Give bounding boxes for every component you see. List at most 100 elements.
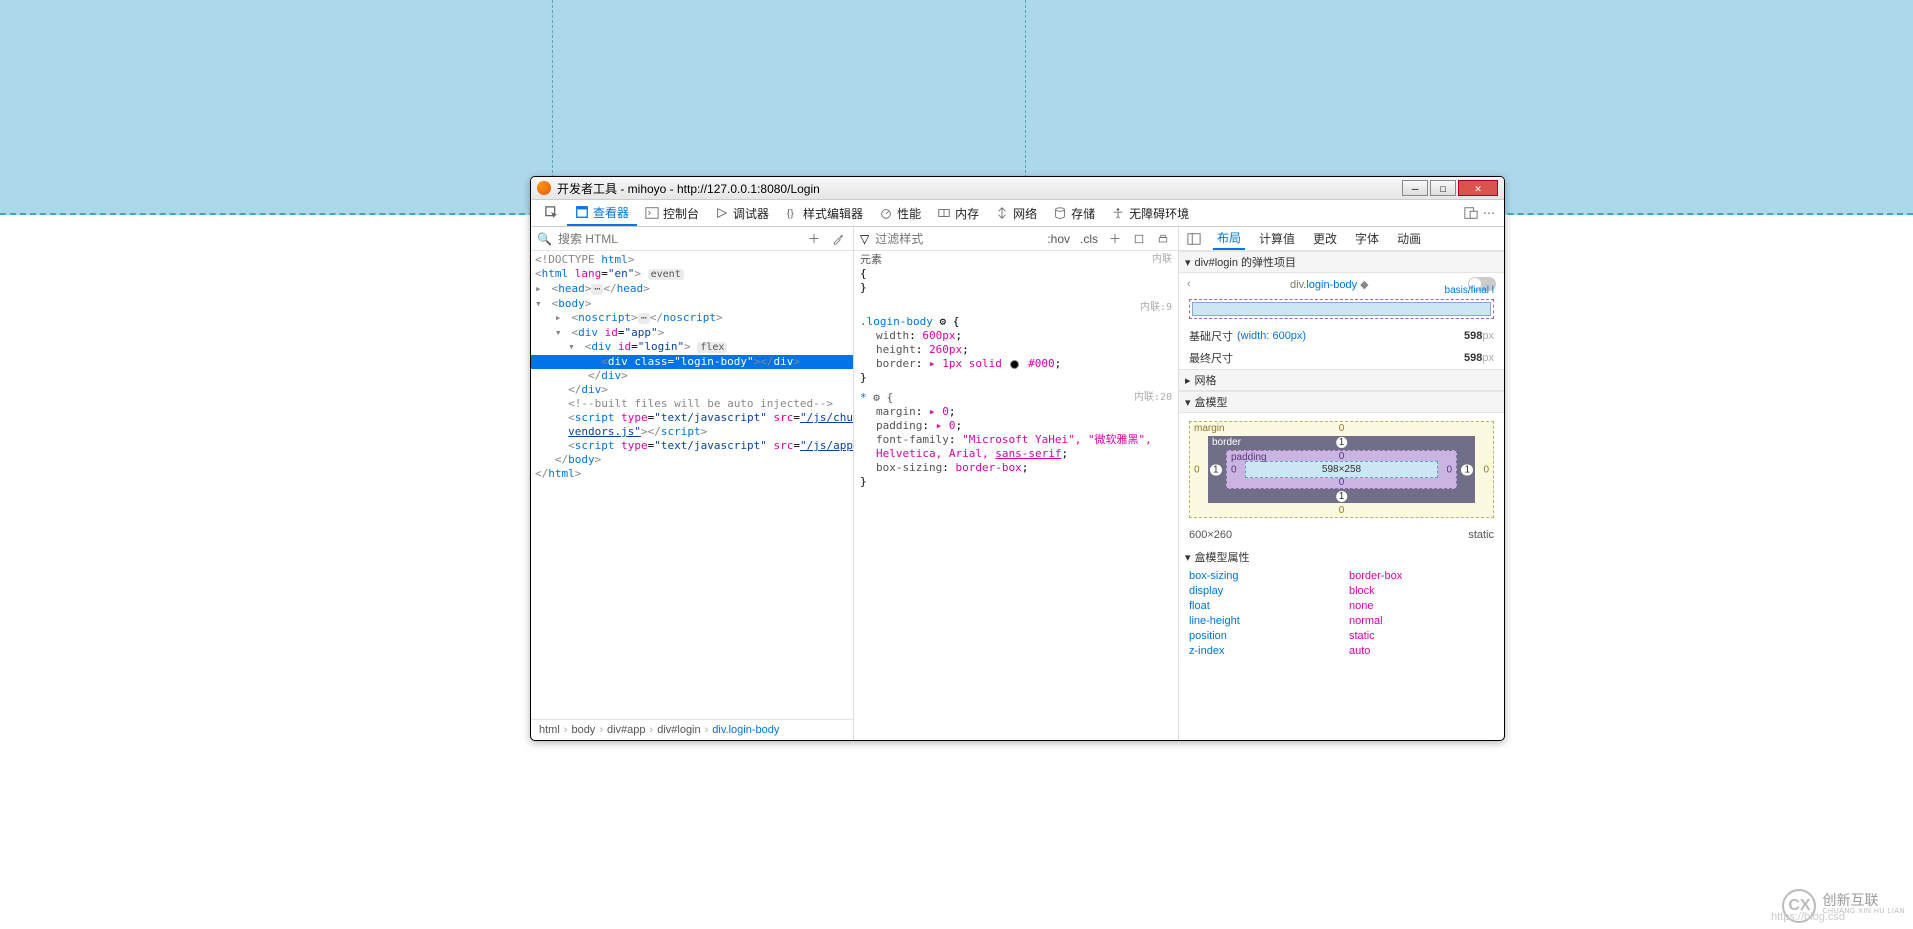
grid-section-header[interactable]: ▸ 网格 (1179, 369, 1504, 391)
rtab-layout[interactable]: 布局 (1213, 227, 1245, 250)
dom-line[interactable]: </div> (531, 369, 853, 383)
hov-toggle[interactable]: :hov (1045, 232, 1072, 246)
styles-filter-input[interactable] (875, 232, 1030, 246)
boxprop-row[interactable]: displayblock (1189, 584, 1494, 599)
dom-line[interactable]: vendors.js"></script> (531, 425, 853, 439)
css-prop[interactable]: border: ▸ 1px solid #000; (860, 357, 1172, 371)
rtab-computed[interactable]: 计算值 (1255, 227, 1299, 250)
boxmodel-diagram[interactable]: margin 0 0 0 0 border 1 1 1 1 padding (1189, 421, 1494, 518)
dom-searchbar: 🔍 ＋ (531, 227, 853, 251)
dom-line[interactable]: <script type="text/javascript" src="/js/… (531, 411, 853, 425)
watermark-cn: 创新互联 (1822, 894, 1905, 906)
boxprop-row[interactable]: positionstatic (1189, 629, 1494, 644)
back-chevron-icon[interactable]: ‹ (1187, 278, 1191, 290)
css-prop[interactable]: padding: ▸ 0; (860, 419, 1172, 433)
crumb[interactable]: div#app (607, 724, 646, 736)
eyedropper-button[interactable] (829, 230, 847, 248)
tab-inspector[interactable]: 查看器 (567, 200, 637, 226)
boxprop-row[interactable]: line-heightnormal (1189, 614, 1494, 629)
tab-style-editor-label: 样式编辑器 (803, 205, 863, 222)
crumb[interactable]: html (539, 724, 560, 736)
rule-selector[interactable]: { (860, 267, 1172, 281)
rtab-fonts[interactable]: 字体 (1351, 227, 1383, 250)
pick-element-button[interactable] (537, 200, 567, 226)
dom-tree[interactable]: <!DOCTYPE html> <html lang="en"> event ▸… (531, 251, 853, 719)
tab-network[interactable]: 网络 (987, 200, 1045, 226)
dom-line[interactable]: ▾ <div id="login"> flex (531, 340, 853, 355)
layout-body: ▾ div#login 的弹性项目 ‹ div.login-body ◆ bas… (1179, 251, 1504, 740)
rule-close: } (860, 475, 1172, 489)
rule-close: } (860, 371, 1172, 385)
boxprop-row[interactable]: box-sizingborder-box (1189, 569, 1494, 584)
dom-line[interactable]: ▾ <div id="app"> (531, 326, 853, 340)
tab-console[interactable]: 控制台 (637, 200, 707, 226)
dom-pane: 🔍 ＋ <!DOCTYPE html> <html lang="en"> eve… (531, 227, 854, 740)
styles-pane: ▽ :hov .cls ＋ 元素内联 { } 内联:9 .login-body … (854, 227, 1179, 740)
tab-memory-label: 内存 (955, 205, 979, 222)
right-tabs: 布局 计算值 更改 字体 动画 (1179, 227, 1504, 251)
css-prop[interactable]: box-sizing: border-box; (860, 461, 1172, 475)
dom-line[interactable]: ▾ <body> (531, 297, 853, 311)
dom-line[interactable]: <!--built files will be auto injected--> (531, 397, 853, 411)
flex-section-header[interactable]: ▾ div#login 的弹性项目 (1179, 251, 1504, 273)
dom-line[interactable]: <script type="text/javascript" src="/js/… (531, 439, 853, 453)
svg-text:{}: {} (787, 208, 795, 220)
boxprops-section-header[interactable]: ▾ 盒模型属性 (1179, 547, 1504, 567)
breadcrumb[interactable]: html› body› div#app› div#login› div.logi… (531, 719, 853, 740)
dom-line[interactable]: </div> (531, 383, 853, 397)
search-icon: 🔍 (537, 232, 552, 246)
css-rules[interactable]: 元素内联 { } 内联:9 .login-body ⚙ { width: 600… (854, 251, 1178, 740)
dom-line-selected[interactable]: <div class="login-body"></div> (531, 355, 853, 369)
rule-selector[interactable]: .login-body ⚙ { (860, 315, 1172, 329)
devtools-window: 开发者工具 - mihoyo - http://127.0.0.1:8080/L… (530, 176, 1505, 741)
boxmodel-section-title: 盒模型 (1195, 394, 1228, 410)
rtab-animations[interactable]: 动画 (1393, 227, 1425, 250)
css-prop[interactable]: margin: ▸ 0; (860, 405, 1172, 419)
close-button[interactable]: ✕ (1458, 180, 1498, 196)
window-title: 开发者工具 - mihoyo - http://127.0.0.1:8080/L… (557, 180, 1400, 197)
cls-toggle[interactable]: .cls (1078, 232, 1100, 246)
tab-accessibility[interactable]: 无障碍环境 (1103, 200, 1197, 226)
css-prop[interactable]: font-family: "Microsoft YaHei", "微软雅黑", … (860, 433, 1172, 461)
minimize-button[interactable]: — (1402, 180, 1428, 196)
css-prop[interactable]: width: 600px; (860, 329, 1172, 343)
dom-line[interactable]: <html lang="en"> event (531, 267, 853, 282)
tab-performance[interactable]: 性能 (871, 200, 929, 226)
crumb-active[interactable]: div.login-body (712, 724, 779, 736)
base-size-row: 基础尺寸 (width: 600px) 598px (1179, 325, 1504, 347)
dom-line[interactable]: </body> (531, 453, 853, 467)
crumb[interactable]: body (571, 724, 595, 736)
devtools-toolbar: 查看器 控制台 调试器 {} 样式编辑器 性能 内存 网络 存储 (531, 200, 1504, 227)
boxprop-row[interactable]: z-indexauto (1189, 644, 1494, 659)
light-mode-button[interactable] (1130, 230, 1148, 248)
print-mode-button[interactable] (1154, 230, 1172, 248)
tab-accessibility-label: 无障碍环境 (1129, 205, 1189, 222)
kebab-menu-button[interactable]: ⋯ (1480, 204, 1498, 222)
layout-pane: 布局 计算值 更改 字体 动画 ▾ div#login 的弹性项目 ‹ div.… (1179, 227, 1504, 740)
sidebar-toggle-icon[interactable] (1185, 230, 1203, 248)
tab-style-editor[interactable]: {} 样式编辑器 (777, 200, 871, 226)
rtab-changes[interactable]: 更改 (1309, 227, 1341, 250)
css-prop[interactable]: height: 260px; (860, 343, 1172, 357)
responsive-mode-button[interactable] (1462, 204, 1480, 222)
dom-search-input[interactable] (558, 232, 799, 246)
dom-line[interactable]: ▸ <head>⋯</head> (531, 282, 853, 297)
crumb[interactable]: div#login (657, 724, 700, 736)
boxprop-row[interactable]: floatnone (1189, 599, 1494, 614)
expand-icon: ▸ (1185, 374, 1191, 387)
dom-line[interactable]: <!DOCTYPE html> (531, 253, 853, 267)
tab-debugger[interactable]: 调试器 (707, 200, 777, 226)
add-node-button[interactable]: ＋ (805, 230, 823, 248)
dom-line[interactable]: </html> (531, 467, 853, 481)
maximize-button[interactable]: ☐ (1430, 180, 1456, 196)
tab-storage[interactable]: 存储 (1045, 200, 1103, 226)
tab-performance-label: 性能 (897, 205, 921, 222)
add-rule-button[interactable]: ＋ (1106, 230, 1124, 248)
tab-memory[interactable]: 内存 (929, 200, 987, 226)
flex-item-selector[interactable]: div.login-body ◆ (1197, 278, 1462, 291)
titlebar[interactable]: 开发者工具 - mihoyo - http://127.0.0.1:8080/L… (531, 177, 1504, 200)
tab-network-label: 网络 (1013, 205, 1037, 222)
dom-line[interactable]: ▸ <noscript>⋯</noscript> (531, 311, 853, 326)
boxmodel-content-dims[interactable]: 598×258 (1245, 461, 1438, 478)
boxmodel-section-header[interactable]: ▾ 盒模型 (1179, 391, 1504, 413)
